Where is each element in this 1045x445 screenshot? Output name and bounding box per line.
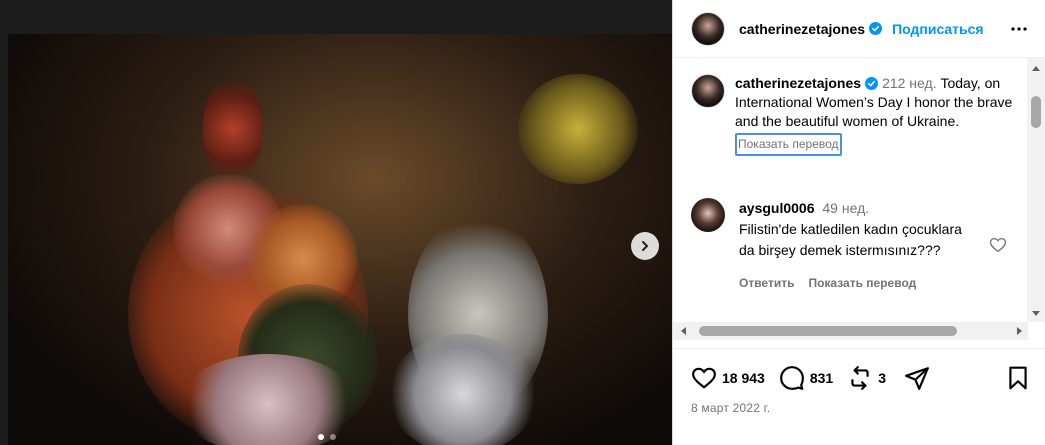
scroll-right-arrow[interactable] bbox=[1017, 327, 1022, 335]
save-button[interactable] bbox=[1005, 365, 1031, 391]
repost-button[interactable]: 3 bbox=[847, 365, 886, 391]
comment-icon bbox=[779, 366, 804, 390]
share-icon bbox=[905, 367, 929, 390]
author-username[interactable]: catherinezetajones bbox=[739, 21, 865, 37]
caption-username[interactable]: catherinezetajones bbox=[735, 75, 861, 91]
comment-item: aysgul0006 49 нед. Filistin'de katledile… bbox=[691, 198, 971, 294]
post-caption: catherinezetajones 212 нед. Today, on Int… bbox=[691, 74, 1015, 156]
next-photo-button[interactable] bbox=[631, 232, 659, 260]
repost-icon bbox=[851, 366, 869, 390]
follow-button[interactable]: Подписаться bbox=[892, 21, 984, 37]
share-button[interactable] bbox=[904, 365, 930, 391]
horizontal-scrollbar[interactable] bbox=[673, 322, 1028, 340]
commenter-avatar[interactable] bbox=[691, 198, 725, 232]
caption-translate-button[interactable]: Показать перевод bbox=[735, 133, 842, 156]
comment-text: Filistin'de katledilen kadın çocuklara d… bbox=[739, 221, 962, 258]
divider bbox=[673, 348, 1045, 349]
post-side-panel: catherinezetajones Подписаться catherine… bbox=[672, 0, 1045, 445]
instagram-post-view: catherinezetajones Подписаться catherine… bbox=[0, 0, 1045, 445]
carousel-dot-active bbox=[318, 434, 324, 440]
horizontal-scroll-thumb[interactable] bbox=[699, 326, 957, 336]
bookmark-icon bbox=[1009, 366, 1027, 390]
repost-count: 3 bbox=[878, 370, 886, 386]
chevron-right-icon bbox=[642, 241, 649, 251]
caption-age: 212 нед. bbox=[882, 75, 937, 91]
comment-like-icon[interactable] bbox=[989, 236, 1007, 254]
reply-button[interactable]: Ответить bbox=[739, 273, 794, 294]
scroll-up-arrow[interactable] bbox=[1032, 66, 1040, 71]
comment-count: 831 bbox=[809, 370, 834, 386]
post-action-bar: 18 943 831 3 bbox=[691, 364, 1031, 392]
carousel-dot bbox=[330, 434, 336, 440]
heart-icon bbox=[692, 367, 716, 389]
post-header: catherinezetajones Подписаться bbox=[673, 0, 1045, 58]
caption-author-avatar[interactable] bbox=[691, 74, 725, 108]
like-button[interactable]: 18 943 bbox=[691, 365, 765, 391]
comment-button[interactable]: 831 bbox=[779, 365, 833, 391]
comment-translate-button[interactable]: Показать перевод bbox=[808, 273, 916, 294]
commenter-username[interactable]: aysgul0006 bbox=[739, 200, 815, 216]
like-count: 18 943 bbox=[722, 370, 765, 386]
scroll-left-arrow[interactable] bbox=[681, 327, 686, 335]
carousel-dots bbox=[318, 434, 336, 440]
more-options-icon[interactable] bbox=[1010, 20, 1028, 38]
vertical-scroll-thumb[interactable] bbox=[1031, 96, 1041, 128]
vertical-scrollbar[interactable] bbox=[1027, 58, 1045, 322]
author-avatar[interactable] bbox=[691, 11, 725, 46]
post-date[interactable]: 8 март 2022 г. bbox=[691, 401, 770, 415]
verified-badge-icon bbox=[869, 22, 883, 35]
scroll-down-arrow[interactable] bbox=[1032, 311, 1040, 316]
comment-age: 49 нед. bbox=[822, 200, 870, 216]
comments-area[interactable]: catherinezetajones 212 нед. Today, on Int… bbox=[673, 58, 1045, 322]
verified-badge-icon bbox=[865, 77, 879, 90]
post-photo[interactable] bbox=[8, 34, 672, 445]
